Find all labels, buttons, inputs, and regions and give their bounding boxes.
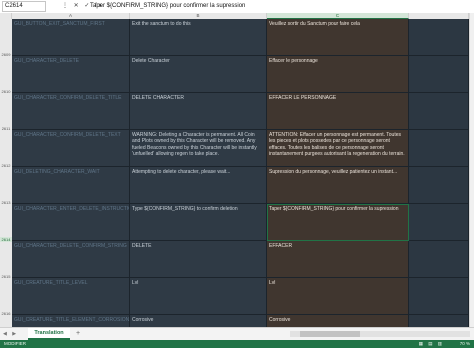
cell-empty[interactable] [409, 204, 469, 241]
cell-english[interactable]: DELETE [130, 241, 267, 278]
cell-french[interactable]: EFFACER [267, 241, 409, 278]
cell-french[interactable]: ATTENTION: Effacer un personnage est per… [267, 130, 409, 167]
cell-french[interactable]: EFFACER LE PERSONNAGE [267, 93, 409, 130]
table-row: GUI_CHARACTER_DELETE Delete Character Ef… [12, 56, 469, 93]
sheet-tab-bar: ◀ ▶ Translation + [0, 327, 474, 341]
vertical-scrollbar[interactable] [469, 13, 474, 327]
cell-english[interactable]: WARNING: Deleting a Character is permane… [130, 130, 267, 167]
row-number[interactable]: 2609 [0, 52, 12, 57]
table-row: GUI_CHARACTER_CONFIRM_DELETE_TEXT WARNIN… [12, 130, 469, 167]
cell-key[interactable]: GUI_CHARACTER_CONFIRM_DELETE_TITLE [12, 93, 130, 130]
cell-english[interactable]: Type ${CONFIRM_STRING} to confirm deleti… [130, 204, 267, 241]
cell-french[interactable]: Corrosive [267, 315, 409, 327]
sheet-nav-arrows-icon[interactable]: ◀ ▶ [3, 329, 18, 339]
cell-english[interactable]: Exit the sanctum to do this [130, 19, 267, 56]
name-box[interactable]: C2614 [2, 1, 46, 12]
cell-key[interactable]: GUI_CHARACTER_ENTER_DELETE_INSTRUCTIONS [12, 204, 130, 241]
row-number[interactable]: 2613 [0, 200, 12, 205]
cell-key[interactable]: GUI_CHARACTER_DELETE [12, 56, 130, 93]
cell-key[interactable]: GUI_BUTTON_EXIT_SANCTUM_FIRST [12, 19, 130, 56]
cell-french[interactable]: Supression du personnage, veuillez patie… [267, 167, 409, 204]
cell-key[interactable]: GUI_CHARACTER_CONFIRM_DELETE_TEXT [12, 130, 130, 167]
spreadsheet-grid: GUI_BUTTON_EXIT_SANCTUM_FIRST Exit the s… [12, 19, 469, 327]
cell-empty[interactable] [409, 278, 469, 315]
cell-key[interactable]: GUI_CREATURE_TITLE_ELEMENT_CORROSION [12, 315, 130, 327]
row-number[interactable]: 2611 [0, 126, 12, 131]
formula-bar: C2614 ⋮ ✕ ✓ fx Taper ${CONFIRM_STRING} p… [0, 0, 474, 14]
cell-empty[interactable] [409, 130, 469, 167]
cell-empty[interactable] [409, 93, 469, 130]
status-bar: MODIFIER ▦ ▤ ▥ 70 % [0, 340, 474, 348]
table-row: GUI_CREATURE_TITLE_ELEMENT_CORROSION Cor… [12, 315, 469, 327]
cell-english[interactable]: Attempting to delete character, please w… [130, 167, 267, 204]
cell-key[interactable]: GUI_CHARACTER_DELETE_CONFIRM_STRING [12, 241, 130, 278]
sheet-tab-translation[interactable]: Translation [28, 328, 70, 340]
cell-key[interactable]: GUI_DELETING_CHARACTER_WAIT [12, 167, 130, 204]
cell-french[interactable]: Veuillez sortir du Sanctum pour faire ce… [267, 19, 409, 56]
cell-french-selected[interactable]: Taper ${CONFIRM_STRING} pour confirmer l… [267, 204, 409, 241]
add-sheet-icon[interactable]: + [76, 329, 80, 339]
formula-input[interactable]: Taper ${CONFIRM_STRING} pour confirmer l… [90, 1, 245, 11]
cell-empty[interactable] [409, 315, 469, 327]
cell-empty[interactable] [409, 241, 469, 278]
status-mode: MODIFIER [4, 341, 26, 346]
table-row: GUI_CREATURE_TITLE_LEVEL Lvl Lvl [12, 278, 469, 315]
table-row: GUI_BUTTON_EXIT_SANCTUM_FIRST Exit the s… [12, 19, 469, 56]
row-number-active[interactable]: 2614 [0, 237, 12, 242]
cell-french[interactable]: Effacer le personnage [267, 56, 409, 93]
cell-english[interactable]: Lvl [130, 278, 267, 315]
cell-english[interactable]: Corrosive [130, 315, 267, 327]
row-number[interactable]: 2610 [0, 89, 12, 94]
row-number[interactable]: 2615 [0, 274, 12, 279]
cell-english[interactable]: Delete Character [130, 56, 267, 93]
table-row: GUI_CHARACTER_CONFIRM_DELETE_TITLE DELET… [12, 93, 469, 130]
view-mode-icons[interactable]: ▦ ▤ ▥ [419, 341, 444, 347]
cell-french[interactable]: Lvl [267, 278, 409, 315]
row-number[interactable]: 2612 [0, 163, 12, 168]
zoom-level[interactable]: 70 % [460, 340, 470, 348]
cell-empty[interactable] [409, 19, 469, 56]
table-row: GUI_CHARACTER_DELETE_CONFIRM_STRING DELE… [12, 241, 469, 278]
table-row: GUI_DELETING_CHARACTER_WAIT Attempting t… [12, 167, 469, 204]
table-row: GUI_CHARACTER_ENTER_DELETE_INSTRUCTIONS … [12, 204, 469, 241]
cell-key[interactable]: GUI_CREATURE_TITLE_LEVEL [12, 278, 130, 315]
cell-english[interactable]: DELETE CHARACTER [130, 93, 267, 130]
row-number[interactable]: 2616 [0, 311, 12, 316]
cell-empty[interactable] [409, 167, 469, 204]
horizontal-scrollbar[interactable] [290, 331, 470, 337]
horizontal-scroll-thumb[interactable] [300, 331, 360, 337]
cell-empty[interactable] [409, 56, 469, 93]
